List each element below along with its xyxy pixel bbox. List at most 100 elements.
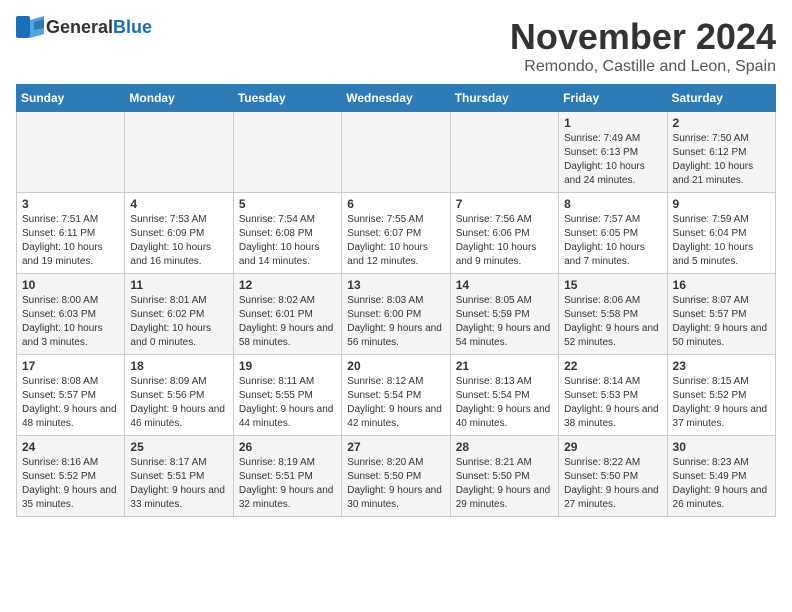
table-row: 5 Sunrise: 7:54 AM Sunset: 6:08 PM Daylig…: [233, 193, 341, 274]
table-row: 2Sunrise: 7:50 AM Sunset: 6:12 PM Daylig…: [667, 112, 775, 193]
header: GeneralBlue November 2024 Remondo, Casti…: [16, 16, 776, 76]
table-row: 13 Sunrise: 8:03 AM Sunset: 6:00 PM Dayli…: [342, 274, 450, 355]
table-row: 1Sunrise: 7:49 AM Sunset: 6:13 PM Daylig…: [559, 112, 667, 193]
day-number: 27: [347, 440, 444, 454]
day-number: 24: [22, 440, 119, 454]
table-row: 22Sunrise: 8:14 AM Sunset: 5:53 PM Dayli…: [559, 355, 667, 436]
day-number: 8: [564, 197, 661, 211]
cell-content: Sunrise: 8:15 AM Sunset: 5:52 PM Dayligh…: [673, 375, 770, 431]
cell-content: Sunrise: 8:22 AM Sunset: 5:50 PM Dayligh…: [564, 456, 661, 512]
day-number: 21: [456, 359, 553, 373]
header-wednesday: Wednesday: [342, 85, 450, 112]
day-number: 17: [22, 359, 119, 373]
cell-content: Sunrise: 8:19 AM Sunset: 5:51 PM Dayligh…: [239, 456, 336, 512]
cell-content: Sunrise: 8:08 AM Sunset: 5:57 PM Dayligh…: [22, 375, 119, 431]
cell-content: Sunrise: 8:21 AM Sunset: 5:50 PM Dayligh…: [456, 456, 553, 512]
header-thursday: Thursday: [450, 85, 558, 112]
day-number: 26: [239, 440, 336, 454]
table-row: [450, 112, 558, 193]
table-row: 10Sunrise: 8:00 AM Sunset: 6:03 PM Dayli…: [17, 274, 125, 355]
table-row: [342, 112, 450, 193]
title-area: November 2024 Remondo, Castille and Leon…: [510, 16, 776, 76]
table-row: 18 Sunrise: 8:09 AM Sunset: 5:56 PM Dayli…: [125, 355, 233, 436]
cell-content: Sunrise: 7:57 AM Sunset: 6:05 PM Dayligh…: [564, 213, 661, 269]
cell-content: Sunrise: 7:51 AM Sunset: 6:11 PM Dayligh…: [22, 213, 119, 269]
day-number: 28: [456, 440, 553, 454]
cell-content: Sunrise: 8:20 AM Sunset: 5:50 PM Dayligh…: [347, 456, 444, 512]
table-row: [125, 112, 233, 193]
table-row: 17 Sunrise: 8:08 AM Sunset: 5:57 PM Dayli…: [17, 355, 125, 436]
calendar-table: Sunday Monday Tuesday Wednesday Thursday…: [16, 84, 776, 517]
logo-general: General: [46, 17, 113, 37]
cell-content: Sunrise: 8:03 AM Sunset: 6:00 PM Dayligh…: [347, 294, 444, 350]
table-row: [17, 112, 125, 193]
table-row: 6 Sunrise: 7:55 AM Sunset: 6:07 PM Daylig…: [342, 193, 450, 274]
cell-content: Sunrise: 8:12 AM Sunset: 5:54 PM Dayligh…: [347, 375, 444, 431]
day-number: 12: [239, 278, 336, 292]
day-number: 13: [347, 278, 444, 292]
day-number: 25: [130, 440, 227, 454]
table-row: 25Sunrise: 8:17 AM Sunset: 5:51 PM Dayli…: [125, 436, 233, 517]
table-row: 21 Sunrise: 8:13 AM Sunset: 5:54 PM Dayli…: [450, 355, 558, 436]
header-tuesday: Tuesday: [233, 85, 341, 112]
cell-content: Sunrise: 8:02 AM Sunset: 6:01 PM Dayligh…: [239, 294, 336, 350]
table-row: 4 Sunrise: 7:53 AM Sunset: 6:09 PM Daylig…: [125, 193, 233, 274]
cell-content: Sunrise: 7:56 AM Sunset: 6:06 PM Dayligh…: [456, 213, 553, 269]
logo-blue: Blue: [113, 17, 152, 37]
cell-content: Sunrise: 8:06 AM Sunset: 5:58 PM Dayligh…: [564, 294, 661, 350]
calendar-header: Sunday Monday Tuesday Wednesday Thursday…: [17, 85, 776, 112]
cell-content: Sunrise: 7:55 AM Sunset: 6:07 PM Dayligh…: [347, 213, 444, 269]
day-number: 1: [564, 116, 661, 130]
cell-content: Sunrise: 8:09 AM Sunset: 5:56 PM Dayligh…: [130, 375, 227, 431]
day-number: 4: [130, 197, 227, 211]
header-saturday: Saturday: [667, 85, 775, 112]
day-number: 30: [673, 440, 770, 454]
cell-content: Sunrise: 8:05 AM Sunset: 5:59 PM Dayligh…: [456, 294, 553, 350]
cell-content: Sunrise: 8:00 AM Sunset: 6:03 PM Dayligh…: [22, 294, 119, 350]
table-row: 27 Sunrise: 8:20 AM Sunset: 5:50 PM Dayli…: [342, 436, 450, 517]
table-row: 26 Sunrise: 8:19 AM Sunset: 5:51 PM Dayli…: [233, 436, 341, 517]
day-number: 3: [22, 197, 119, 211]
cell-content: Sunrise: 8:14 AM Sunset: 5:53 PM Dayligh…: [564, 375, 661, 431]
table-row: 24 Sunrise: 8:16 AM Sunset: 5:52 PM Dayli…: [17, 436, 125, 517]
table-row: 15 Sunrise: 8:06 AM Sunset: 5:58 PM Dayli…: [559, 274, 667, 355]
cell-content: Sunrise: 7:53 AM Sunset: 6:09 PM Dayligh…: [130, 213, 227, 269]
table-row: 3 Sunrise: 7:51 AM Sunset: 6:11 PM Daylig…: [17, 193, 125, 274]
day-number: 9: [673, 197, 770, 211]
day-number: 29: [564, 440, 661, 454]
header-monday: Monday: [125, 85, 233, 112]
month-title: November 2024: [510, 16, 776, 58]
day-number: 15: [564, 278, 661, 292]
table-row: 9 Sunrise: 7:59 AM Sunset: 6:04 PM Daylig…: [667, 193, 775, 274]
table-row: 29 Sunrise: 8:22 AM Sunset: 5:50 PM Dayli…: [559, 436, 667, 517]
day-number: 5: [239, 197, 336, 211]
table-row: 23 Sunrise: 8:15 AM Sunset: 5:52 PM Dayli…: [667, 355, 775, 436]
table-row: 16Sunrise: 8:07 AM Sunset: 5:57 PM Dayli…: [667, 274, 775, 355]
cell-content: Sunrise: 7:59 AM Sunset: 6:04 PM Dayligh…: [673, 213, 770, 269]
table-row: 11 Sunrise: 8:01 AM Sunset: 6:02 PM Dayli…: [125, 274, 233, 355]
cell-content: Sunrise: 8:13 AM Sunset: 5:54 PM Dayligh…: [456, 375, 553, 431]
cell-content: Sunrise: 8:07 AM Sunset: 5:57 PM Dayligh…: [673, 294, 770, 350]
table-row: 8 Sunrise: 7:57 AM Sunset: 6:05 PM Daylig…: [559, 193, 667, 274]
table-row: 7Sunrise: 7:56 AM Sunset: 6:06 PM Daylig…: [450, 193, 558, 274]
day-number: 18: [130, 359, 227, 373]
day-number: 23: [673, 359, 770, 373]
cell-content: Sunrise: 8:23 AM Sunset: 5:49 PM Dayligh…: [673, 456, 770, 512]
day-number: 19: [239, 359, 336, 373]
table-row: [233, 112, 341, 193]
cell-content: Sunrise: 8:11 AM Sunset: 5:55 PM Dayligh…: [239, 375, 336, 431]
cell-content: Sunrise: 8:01 AM Sunset: 6:02 PM Dayligh…: [130, 294, 227, 350]
table-row: 14 Sunrise: 8:05 AM Sunset: 5:59 PM Dayli…: [450, 274, 558, 355]
header-sunday: Sunday: [17, 85, 125, 112]
calendar-body: 1Sunrise: 7:49 AM Sunset: 6:13 PM Daylig…: [17, 112, 776, 517]
day-number: 2: [673, 116, 770, 130]
day-number: 11: [130, 278, 227, 292]
logo-icon: [16, 16, 44, 38]
day-number: 6: [347, 197, 444, 211]
table-row: 19 Sunrise: 8:11 AM Sunset: 5:55 PM Dayli…: [233, 355, 341, 436]
table-row: 30 Sunrise: 8:23 AM Sunset: 5:49 PM Dayli…: [667, 436, 775, 517]
cell-content: Sunrise: 8:16 AM Sunset: 5:52 PM Dayligh…: [22, 456, 119, 512]
header-friday: Friday: [559, 85, 667, 112]
cell-content: Sunrise: 7:54 AM Sunset: 6:08 PM Dayligh…: [239, 213, 336, 269]
day-number: 14: [456, 278, 553, 292]
